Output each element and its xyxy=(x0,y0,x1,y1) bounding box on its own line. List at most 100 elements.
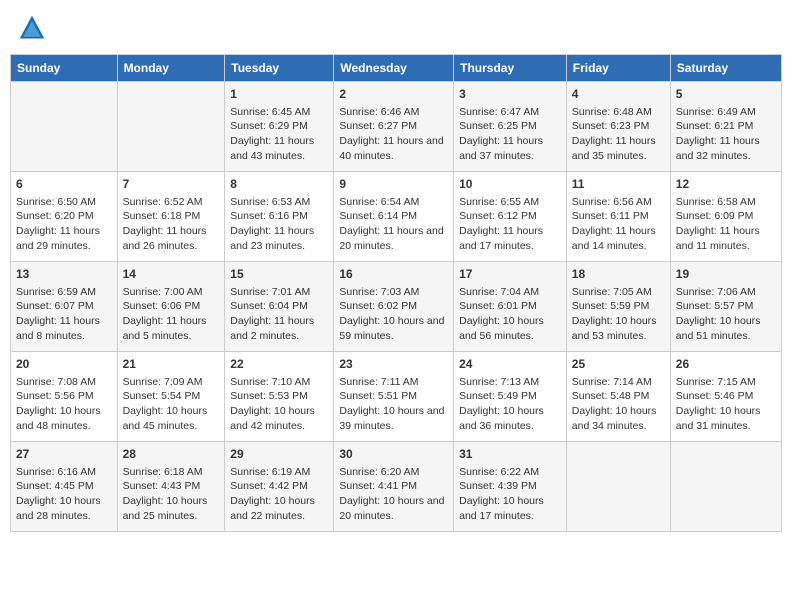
day-details: Sunrise: 6:48 AM Sunset: 6:23 PM Dayligh… xyxy=(572,105,665,164)
calendar-week-5: 27 Sunrise: 6:16 AM Sunset: 4:45 PM Dayli… xyxy=(11,442,782,532)
logo-icon xyxy=(18,14,46,42)
day-number: 12 xyxy=(676,176,776,193)
calendar-cell: 1 Sunrise: 6:45 AM Sunset: 6:29 PM Daylig… xyxy=(225,82,334,172)
calendar-body: 1 Sunrise: 6:45 AM Sunset: 6:29 PM Daylig… xyxy=(11,82,782,532)
calendar-header: SundayMondayTuesdayWednesdayThursdayFrid… xyxy=(11,55,782,82)
day-number: 17 xyxy=(459,266,561,283)
day-number: 21 xyxy=(123,356,220,373)
day-details: Sunrise: 7:00 AM Sunset: 6:06 PM Dayligh… xyxy=(123,285,220,344)
calendar-cell: 18 Sunrise: 7:05 AM Sunset: 5:59 PM Dayli… xyxy=(566,262,670,352)
calendar-cell: 8Sunrise: 6:53 AM Sunset: 6:16 PM Daylig… xyxy=(225,172,334,262)
header-day-sunday: Sunday xyxy=(11,55,118,82)
day-number: 11 xyxy=(572,176,665,193)
day-number: 26 xyxy=(676,356,776,373)
day-number: 7 xyxy=(123,176,220,193)
day-details: Sunrise: 7:14 AM Sunset: 5:48 PM Dayligh… xyxy=(572,375,665,434)
day-details: Sunrise: 6:19 AM Sunset: 4:42 PM Dayligh… xyxy=(230,465,328,524)
day-details: Sunrise: 6:46 AM Sunset: 6:27 PM Dayligh… xyxy=(339,105,448,164)
calendar-week-4: 20 Sunrise: 7:08 AM Sunset: 5:56 PM Dayli… xyxy=(11,352,782,442)
calendar-cell: 23Sunrise: 7:11 AM Sunset: 5:51 PM Dayli… xyxy=(334,352,454,442)
calendar-cell xyxy=(566,442,670,532)
day-details: Sunrise: 6:58 AM Sunset: 6:09 PM Dayligh… xyxy=(676,195,776,254)
day-details: Sunrise: 7:15 AM Sunset: 5:46 PM Dayligh… xyxy=(676,375,776,434)
day-details: Sunrise: 6:49 AM Sunset: 6:21 PM Dayligh… xyxy=(676,105,776,164)
day-details: Sunrise: 7:13 AM Sunset: 5:49 PM Dayligh… xyxy=(459,375,561,434)
day-details: Sunrise: 6:59 AM Sunset: 6:07 PM Dayligh… xyxy=(16,285,112,344)
day-number: 31 xyxy=(459,446,561,463)
calendar-cell: 9 Sunrise: 6:54 AM Sunset: 6:14 PM Daylig… xyxy=(334,172,454,262)
calendar-cell xyxy=(11,82,118,172)
day-details: Sunrise: 6:18 AM Sunset: 4:43 PM Dayligh… xyxy=(123,465,220,524)
day-details: Sunrise: 6:52 AM Sunset: 6:18 PM Dayligh… xyxy=(123,195,220,254)
calendar-week-2: 6 Sunrise: 6:50 AM Sunset: 6:20 PM Daylig… xyxy=(11,172,782,262)
day-details: Sunrise: 7:10 AM Sunset: 5:53 PM Dayligh… xyxy=(230,375,328,434)
day-details: Sunrise: 7:05 AM Sunset: 5:59 PM Dayligh… xyxy=(572,285,665,344)
calendar-cell: 16Sunrise: 7:03 AM Sunset: 6:02 PM Dayli… xyxy=(334,262,454,352)
day-details: Sunrise: 7:08 AM Sunset: 5:56 PM Dayligh… xyxy=(16,375,112,434)
day-number: 28 xyxy=(123,446,220,463)
day-details: Sunrise: 6:20 AM Sunset: 4:41 PM Dayligh… xyxy=(339,465,448,524)
calendar-cell: 6 Sunrise: 6:50 AM Sunset: 6:20 PM Daylig… xyxy=(11,172,118,262)
calendar-cell: 22 Sunrise: 7:10 AM Sunset: 5:53 PM Dayli… xyxy=(225,352,334,442)
day-number: 4 xyxy=(572,86,665,103)
calendar-cell: 24Sunrise: 7:13 AM Sunset: 5:49 PM Dayli… xyxy=(454,352,567,442)
day-number: 16 xyxy=(339,266,448,283)
calendar-cell: 2 Sunrise: 6:46 AM Sunset: 6:27 PM Daylig… xyxy=(334,82,454,172)
day-details: Sunrise: 6:56 AM Sunset: 6:11 PM Dayligh… xyxy=(572,195,665,254)
calendar-cell xyxy=(117,82,225,172)
day-number: 20 xyxy=(16,356,112,373)
calendar-cell: 10Sunrise: 6:55 AM Sunset: 6:12 PM Dayli… xyxy=(454,172,567,262)
day-number: 30 xyxy=(339,446,448,463)
day-number: 2 xyxy=(339,86,448,103)
header-day-saturday: Saturday xyxy=(670,55,781,82)
day-number: 29 xyxy=(230,446,328,463)
calendar-cell: 12 Sunrise: 6:58 AM Sunset: 6:09 PM Dayli… xyxy=(670,172,781,262)
logo xyxy=(18,14,50,42)
day-number: 22 xyxy=(230,356,328,373)
calendar-cell: 31 Sunrise: 6:22 AM Sunset: 4:39 PM Dayli… xyxy=(454,442,567,532)
day-details: Sunrise: 6:50 AM Sunset: 6:20 PM Dayligh… xyxy=(16,195,112,254)
calendar-cell: 7 Sunrise: 6:52 AM Sunset: 6:18 PM Daylig… xyxy=(117,172,225,262)
day-number: 27 xyxy=(16,446,112,463)
calendar-cell: 27 Sunrise: 6:16 AM Sunset: 4:45 PM Dayli… xyxy=(11,442,118,532)
calendar-table: SundayMondayTuesdayWednesdayThursdayFrid… xyxy=(10,54,782,532)
day-number: 6 xyxy=(16,176,112,193)
calendar-cell: 3 Sunrise: 6:47 AM Sunset: 6:25 PM Daylig… xyxy=(454,82,567,172)
calendar-cell: 30 Sunrise: 6:20 AM Sunset: 4:41 PM Dayli… xyxy=(334,442,454,532)
calendar-cell: 14Sunrise: 7:00 AM Sunset: 6:06 PM Dayli… xyxy=(117,262,225,352)
day-number: 3 xyxy=(459,86,561,103)
day-details: Sunrise: 7:09 AM Sunset: 5:54 PM Dayligh… xyxy=(123,375,220,434)
day-details: Sunrise: 6:22 AM Sunset: 4:39 PM Dayligh… xyxy=(459,465,561,524)
day-number: 9 xyxy=(339,176,448,193)
calendar-cell: 26 Sunrise: 7:15 AM Sunset: 5:46 PM Dayli… xyxy=(670,352,781,442)
calendar-cell: 17 Sunrise: 7:04 AM Sunset: 6:01 PM Dayli… xyxy=(454,262,567,352)
header-day-tuesday: Tuesday xyxy=(225,55,334,82)
day-details: Sunrise: 6:45 AM Sunset: 6:29 PM Dayligh… xyxy=(230,105,328,164)
calendar-cell: 25 Sunrise: 7:14 AM Sunset: 5:48 PM Dayli… xyxy=(566,352,670,442)
day-number: 8 xyxy=(230,176,328,193)
day-details: Sunrise: 6:16 AM Sunset: 4:45 PM Dayligh… xyxy=(16,465,112,524)
day-number: 5 xyxy=(676,86,776,103)
day-details: Sunrise: 6:54 AM Sunset: 6:14 PM Dayligh… xyxy=(339,195,448,254)
day-number: 19 xyxy=(676,266,776,283)
calendar-cell: 5 Sunrise: 6:49 AM Sunset: 6:21 PM Daylig… xyxy=(670,82,781,172)
header-row: SundayMondayTuesdayWednesdayThursdayFrid… xyxy=(11,55,782,82)
calendar-cell: 20 Sunrise: 7:08 AM Sunset: 5:56 PM Dayli… xyxy=(11,352,118,442)
day-details: Sunrise: 7:06 AM Sunset: 5:57 PM Dayligh… xyxy=(676,285,776,344)
day-number: 13 xyxy=(16,266,112,283)
calendar-week-1: 1 Sunrise: 6:45 AM Sunset: 6:29 PM Daylig… xyxy=(11,82,782,172)
calendar-cell: 29 Sunrise: 6:19 AM Sunset: 4:42 PM Dayli… xyxy=(225,442,334,532)
day-number: 10 xyxy=(459,176,561,193)
day-number: 23 xyxy=(339,356,448,373)
calendar-cell: 19 Sunrise: 7:06 AM Sunset: 5:57 PM Dayli… xyxy=(670,262,781,352)
day-number: 1 xyxy=(230,86,328,103)
day-number: 18 xyxy=(572,266,665,283)
header-day-thursday: Thursday xyxy=(454,55,567,82)
day-number: 25 xyxy=(572,356,665,373)
calendar-cell: 4 Sunrise: 6:48 AM Sunset: 6:23 PM Daylig… xyxy=(566,82,670,172)
calendar-cell: 13 Sunrise: 6:59 AM Sunset: 6:07 PM Dayli… xyxy=(11,262,118,352)
day-details: Sunrise: 7:04 AM Sunset: 6:01 PM Dayligh… xyxy=(459,285,561,344)
calendar-cell: 28 Sunrise: 6:18 AM Sunset: 4:43 PM Dayli… xyxy=(117,442,225,532)
day-details: Sunrise: 6:47 AM Sunset: 6:25 PM Dayligh… xyxy=(459,105,561,164)
calendar-cell: 11 Sunrise: 6:56 AM Sunset: 6:11 PM Dayli… xyxy=(566,172,670,262)
